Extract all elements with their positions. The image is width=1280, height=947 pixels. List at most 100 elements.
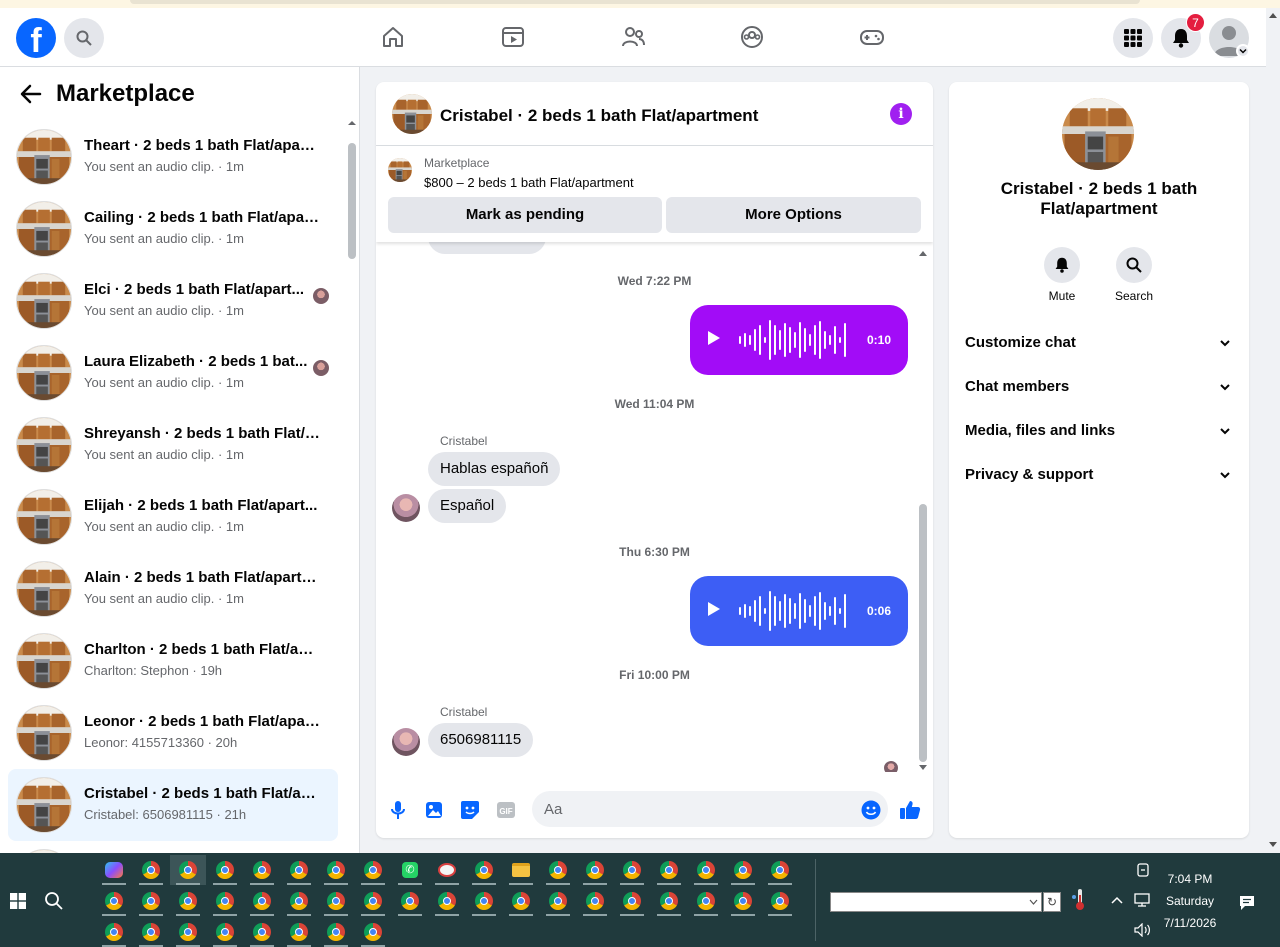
- refresh-icon[interactable]: ↻: [1043, 892, 1061, 912]
- menu-button[interactable]: [1113, 18, 1153, 58]
- chrome-icon[interactable]: [614, 855, 650, 885]
- chrome-icon[interactable]: [133, 886, 169, 916]
- chrome-icon[interactable]: [725, 886, 761, 916]
- media-files-links-row[interactable]: Media, files and links: [957, 409, 1241, 453]
- chrome-icon[interactable]: [318, 917, 354, 947]
- microphone-button[interactable]: [387, 799, 409, 821]
- conversation-item[interactable]: Cristabel · 2 beds 1 bath Flat/ap... Cris…: [8, 769, 338, 841]
- sticker-button[interactable]: [459, 799, 481, 821]
- chrome-icon[interactable]: [503, 886, 539, 916]
- chrome-icon[interactable]: [540, 886, 576, 916]
- chrome-icon[interactable]: [133, 855, 169, 885]
- facebook-logo[interactable]: f: [16, 18, 56, 58]
- sender-avatar[interactable]: [392, 494, 420, 522]
- whatsapp-icon[interactable]: ✆: [392, 855, 428, 885]
- friends-nav-button[interactable]: [620, 24, 646, 50]
- customize-chat-row[interactable]: Customize chat: [957, 321, 1241, 365]
- chrome-icon[interactable]: [577, 886, 613, 916]
- listing-avatar[interactable]: [1062, 98, 1134, 170]
- chrome-icon[interactable]: [96, 886, 132, 916]
- chrome-icon[interactable]: [133, 917, 169, 947]
- chat-members-row[interactable]: Chat members: [957, 365, 1241, 409]
- audio-message[interactable]: 0:10: [690, 305, 908, 375]
- clock-date[interactable]: 7/11/2026: [1160, 916, 1220, 930]
- conversation-item[interactable]: Laura Elizabeth · 2 beds 1 bat... You sen…: [8, 337, 338, 409]
- chrome-icon[interactable]: [318, 886, 354, 916]
- taskbar-search-button[interactable]: [44, 891, 64, 916]
- chrome-icon[interactable]: [577, 855, 613, 885]
- chrome-icon[interactable]: [651, 886, 687, 916]
- account-chevron-icon[interactable]: [1236, 44, 1250, 58]
- like-button[interactable]: [899, 799, 921, 821]
- chat-avatar[interactable]: [392, 94, 432, 134]
- taskbar-address-field[interactable]: [830, 892, 1042, 912]
- chrome-icon[interactable]: [207, 855, 243, 885]
- video-nav-button[interactable]: [500, 24, 526, 50]
- chrome-icon[interactable]: [281, 917, 317, 947]
- info-icon[interactable]: i: [890, 103, 912, 125]
- chevron-down-icon[interactable]: [1029, 898, 1038, 906]
- privacy-support-row[interactable]: Privacy & support: [957, 453, 1241, 497]
- chrome-icon[interactable]: [170, 917, 206, 947]
- notification-center-icon[interactable]: [1239, 895, 1255, 911]
- message-bubble[interactable]: [428, 242, 546, 254]
- page-scrollbar[interactable]: [1266, 8, 1280, 853]
- conversation-item[interactable]: Theart · 2 beds 1 bath Flat/apart... You …: [8, 121, 338, 193]
- chrome-icon[interactable]: [207, 886, 243, 916]
- volume-icon[interactable]: [1134, 923, 1152, 937]
- chrome-icon[interactable]: [355, 917, 391, 947]
- chrome-icon[interactable]: [244, 855, 280, 885]
- emoji-button[interactable]: [860, 799, 882, 821]
- file-explorer-icon[interactable]: [503, 855, 539, 885]
- chrome-icon[interactable]: [244, 886, 280, 916]
- chrome-icon[interactable]: [96, 917, 132, 947]
- chrome-icon[interactable]: [614, 886, 650, 916]
- tablet-mode-icon[interactable]: [1136, 863, 1150, 877]
- chrome-icon[interactable]: [170, 886, 206, 916]
- groups-nav-button[interactable]: [739, 24, 765, 50]
- chrome-icon[interactable]: [725, 855, 761, 885]
- chevron-up-icon[interactable]: [1111, 896, 1123, 904]
- chrome-icon[interactable]: [466, 886, 502, 916]
- search-conversation-button[interactable]: Search: [1104, 247, 1164, 303]
- chat-title[interactable]: Cristabel · 2 beds 1 bath Flat/apartment: [440, 106, 758, 126]
- gif-button[interactable]: GIF: [495, 799, 517, 821]
- start-button[interactable]: [10, 893, 26, 914]
- audio-message[interactable]: 0:06: [690, 576, 908, 646]
- thermometer-icon[interactable]: [1070, 887, 1090, 911]
- conversation-item[interactable]: Shreyansh · 2 beds 1 bath Flat/a... You s…: [8, 409, 338, 481]
- chrome-icon[interactable]: [318, 855, 354, 885]
- message-bubble[interactable]: Español: [428, 489, 507, 523]
- chrome-icon[interactable]: [281, 855, 317, 885]
- conversation-item[interactable]: Cailing · 2 beds 1 bath Flat/apart... You…: [8, 193, 338, 265]
- mark-as-pending-button[interactable]: Mark as pending: [388, 197, 662, 233]
- mute-button[interactable]: Mute: [1032, 247, 1092, 303]
- chrome-icon[interactable]: [466, 855, 502, 885]
- sender-avatar[interactable]: [392, 728, 420, 756]
- chrome-icon[interactable]: [429, 886, 465, 916]
- conversation-item[interactable]: Charlton · 2 beds 1 bath Flat/apa... Char…: [8, 625, 338, 697]
- listing-price[interactable]: $800 – 2 beds 1 bath Flat/apartment: [424, 175, 634, 190]
- chat-scroll-thumb[interactable]: [919, 504, 927, 762]
- back-arrow-icon[interactable]: [20, 83, 42, 105]
- message-input[interactable]: [532, 791, 888, 827]
- listing-thumbnail[interactable]: [388, 158, 412, 182]
- paint-icon[interactable]: [429, 855, 465, 885]
- play-icon[interactable]: [708, 602, 720, 616]
- conversation-item[interactable]: Leonor · 2 beds 1 bath Flat/apart... Leon…: [8, 697, 338, 769]
- home-nav-button[interactable]: [380, 24, 406, 50]
- conversation-item[interactable]: Elijah · 2 beds 1 bath Flat/apart... You …: [8, 481, 338, 553]
- sidebar-scroll-thumb[interactable]: [348, 143, 356, 259]
- chrome-icon[interactable]: [392, 886, 428, 916]
- photo-button[interactable]: [423, 799, 445, 821]
- chrome-icon[interactable]: [762, 855, 798, 885]
- copilot-icon[interactable]: [96, 855, 132, 885]
- chrome-icon[interactable]: [355, 855, 391, 885]
- chrome-icon[interactable]: [207, 917, 243, 947]
- conversation-item[interactable]: [8, 841, 338, 853]
- conversation-item[interactable]: Elci · 2 beds 1 bath Flat/apart... You se…: [8, 265, 338, 337]
- network-icon[interactable]: [1134, 893, 1150, 907]
- more-options-button[interactable]: More Options: [666, 197, 921, 233]
- chrome-icon[interactable]: [688, 886, 724, 916]
- play-icon[interactable]: [708, 331, 720, 345]
